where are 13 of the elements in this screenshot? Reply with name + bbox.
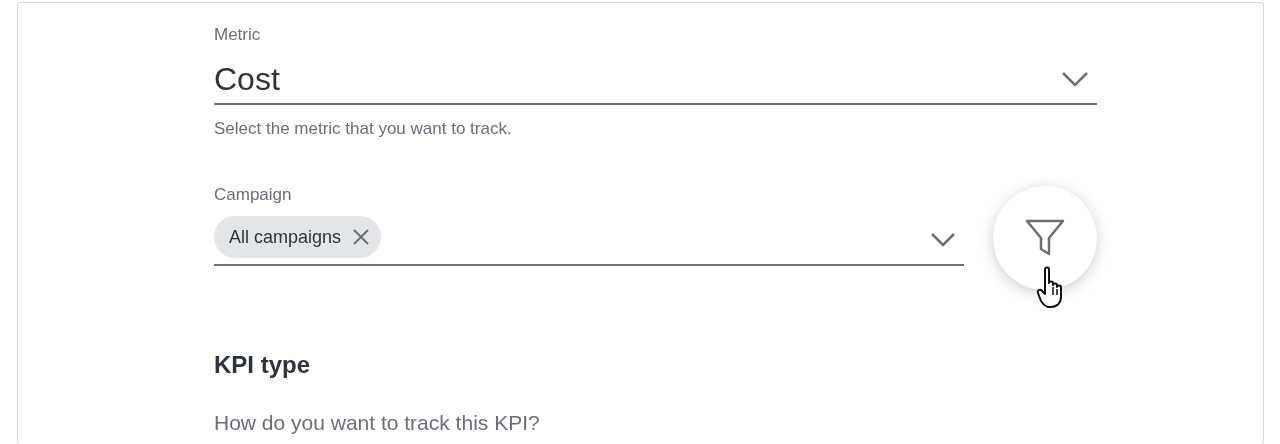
- field-label: Metric: [214, 25, 262, 45]
- metric-select[interactable]: Cost: [214, 55, 1097, 105]
- close-icon[interactable]: [353, 229, 370, 245]
- helper-text: Select the metric that you want to track.: [214, 119, 513, 139]
- chip-label: All campaigns: [229, 225, 342, 249]
- campaign-select[interactable]: All campaigns: [214, 210, 964, 266]
- selected-value: Cost: [214, 60, 280, 99]
- chevron-down-icon: [930, 232, 956, 247]
- question-text: How do you want to track this KPI?: [214, 410, 541, 436]
- field-label: Campaign: [214, 185, 293, 205]
- section-heading: KPI type: [214, 350, 312, 380]
- filter-icon: [1024, 218, 1066, 258]
- chevron-down-icon: [1061, 71, 1089, 87]
